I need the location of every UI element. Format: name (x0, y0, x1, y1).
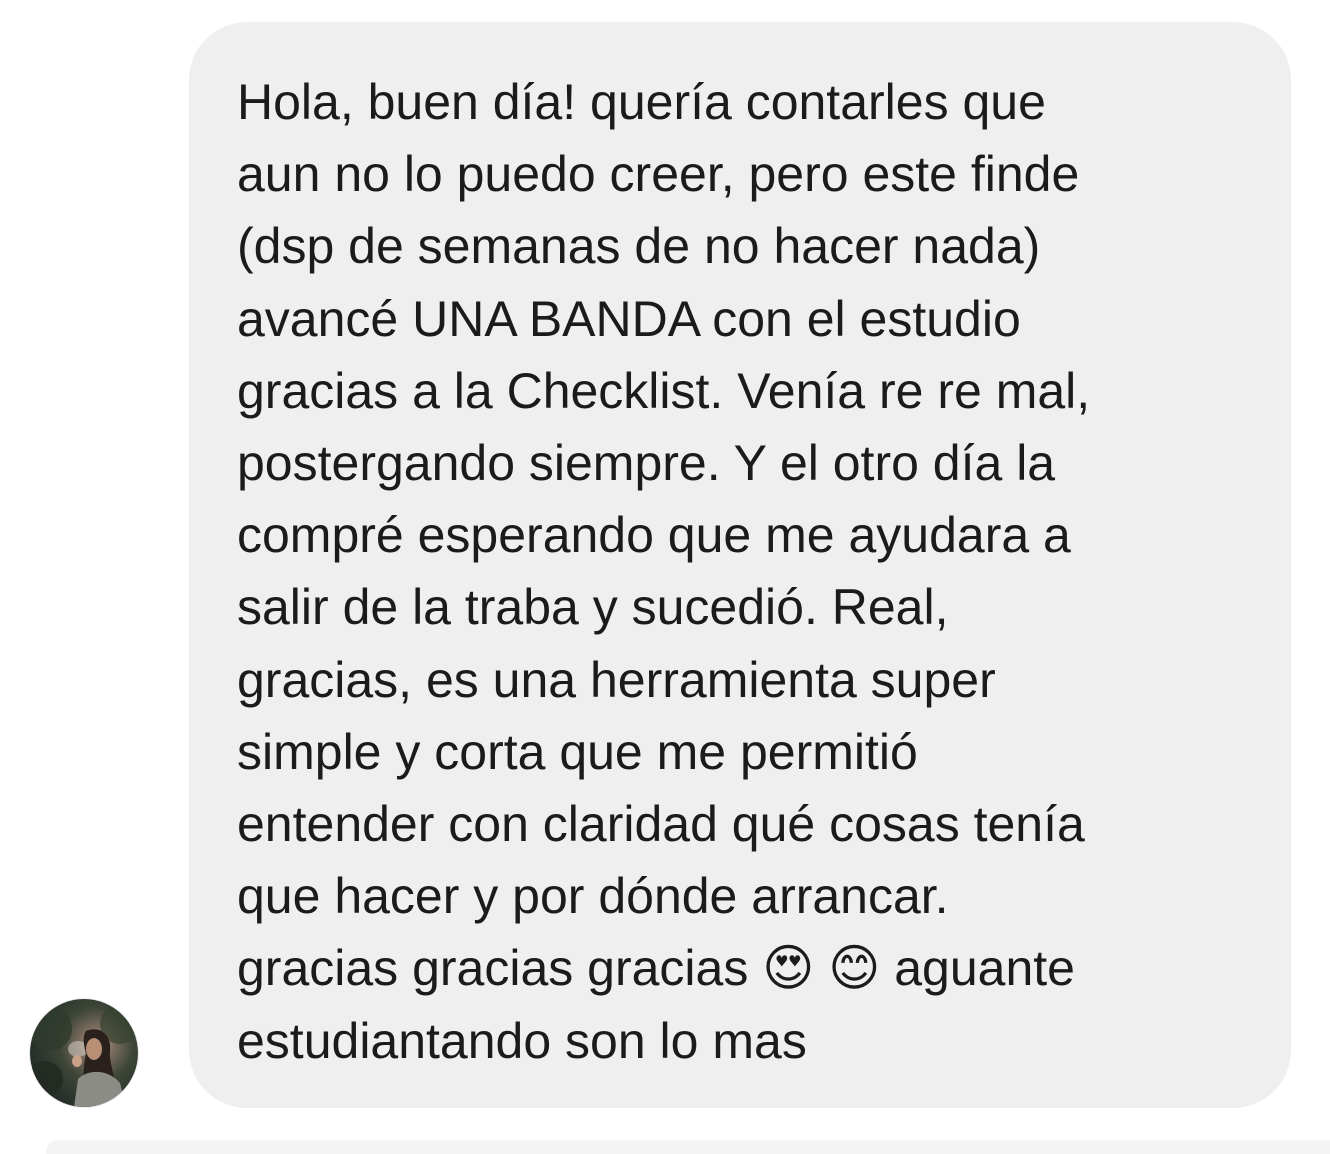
sender-avatar[interactable] (30, 999, 138, 1107)
message-text: Hola, buen día! quería contarles que aun… (237, 74, 1091, 1069)
avatar-photo-icon (30, 1004, 138, 1107)
received-message-bubble[interactable]: Hola, buen día! quería contarles que aun… (189, 22, 1291, 1108)
message-composer-edge (46, 1140, 1330, 1154)
